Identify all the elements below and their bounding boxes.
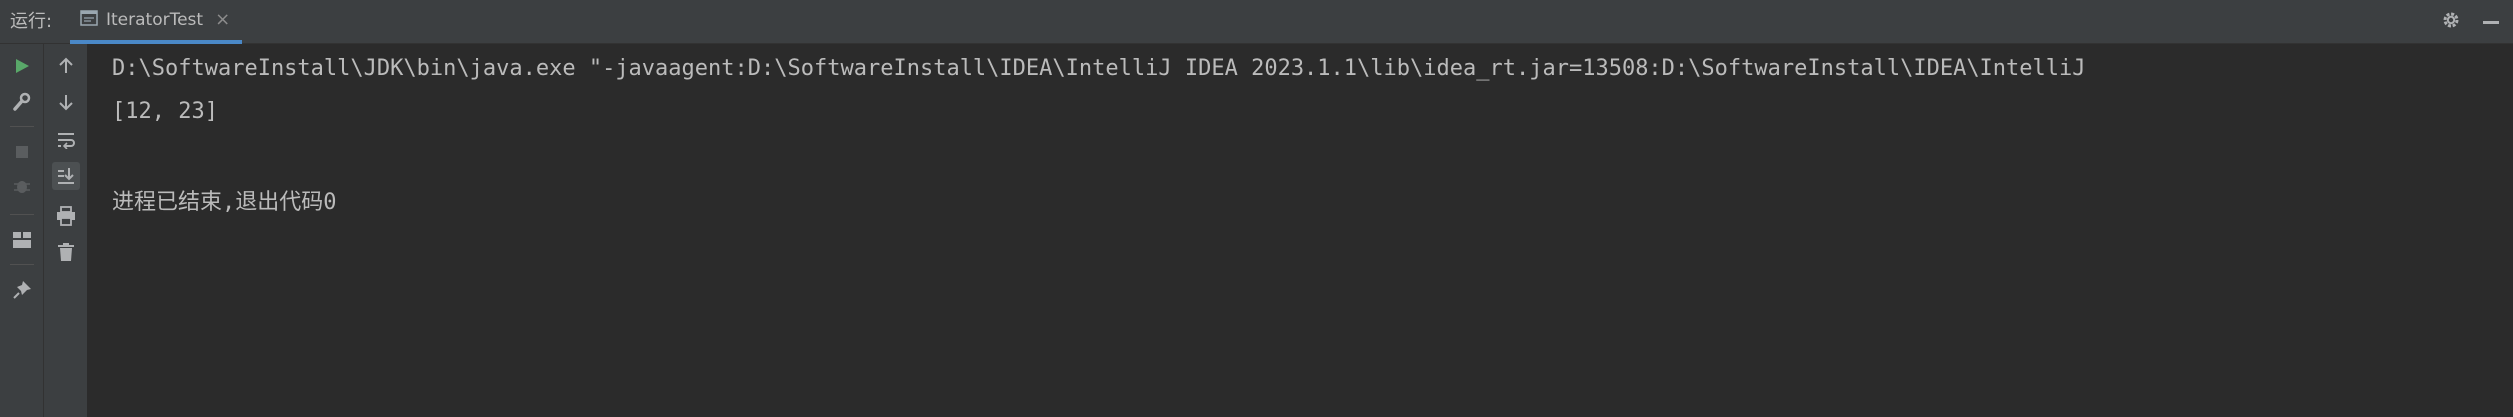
print-icon[interactable] — [52, 202, 80, 230]
run-tool-window-header: 运行: IteratorTest × — [0, 0, 2513, 44]
pin-icon[interactable] — [8, 276, 36, 304]
console-line-output: [12, 23] — [112, 99, 218, 124]
close-icon[interactable]: × — [215, 11, 230, 29]
arrow-down-icon[interactable] — [52, 88, 80, 116]
tab-iterator-test[interactable]: IteratorTest × — [70, 0, 243, 44]
run-label: 运行: — [10, 11, 53, 32]
scroll-to-end-icon[interactable] — [52, 162, 80, 190]
run-icon[interactable] — [8, 52, 36, 80]
run-toolbar-left — [0, 44, 44, 417]
debug-icon[interactable] — [8, 172, 36, 200]
stop-icon[interactable] — [8, 138, 36, 166]
soft-wrap-icon[interactable] — [52, 126, 80, 154]
console-toolbar — [44, 44, 88, 417]
console-line-exit: 进程已结束,退出代码0 — [112, 190, 337, 215]
arrow-up-icon[interactable] — [52, 52, 80, 80]
minimize-icon[interactable] — [2483, 20, 2499, 24]
toolbar-separator — [10, 214, 34, 215]
toolbar-separator — [10, 126, 34, 127]
toolbar-separator — [10, 264, 34, 265]
tab-label: IteratorTest — [106, 10, 204, 30]
wrench-icon[interactable] — [8, 88, 36, 116]
trash-icon[interactable] — [52, 238, 80, 266]
console-line-command: D:\SoftwareInstall\JDK\bin\java.exe "-ja… — [112, 56, 2086, 81]
console-output[interactable]: D:\SoftwareInstall\JDK\bin\java.exe "-ja… — [88, 44, 2513, 417]
console-tab-icon — [80, 10, 98, 30]
layout-icon[interactable] — [8, 226, 36, 254]
gear-icon[interactable] — [2441, 10, 2461, 34]
